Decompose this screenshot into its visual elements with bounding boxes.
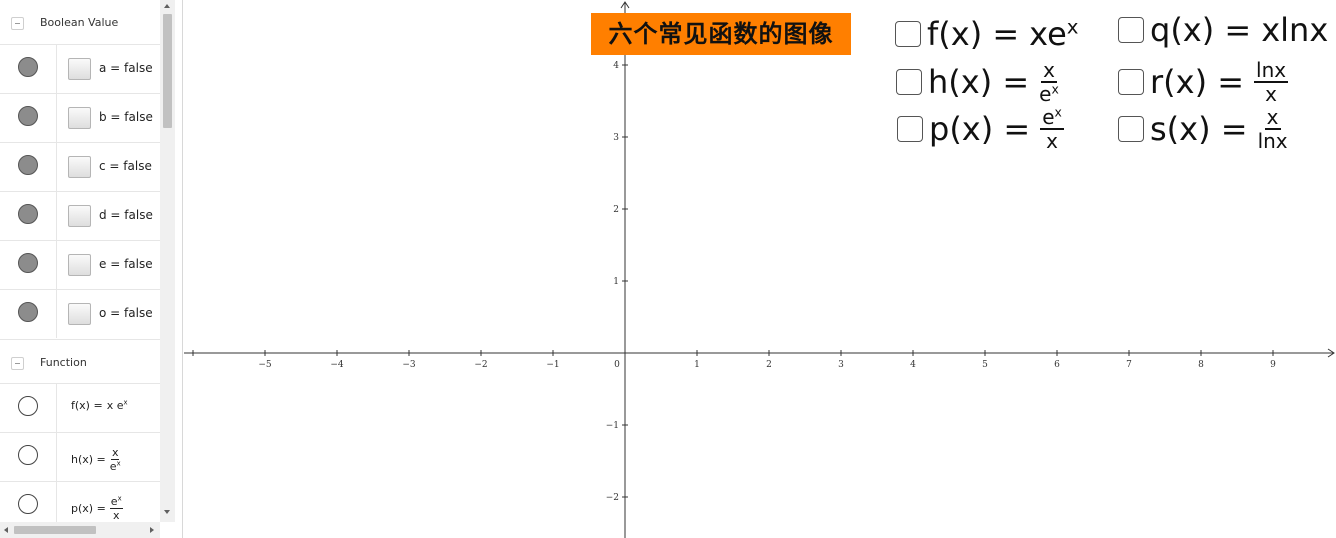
boolean-value: e = false [99, 257, 153, 271]
visibility-toggle[interactable] [18, 57, 38, 77]
function-checkbox[interactable] [1118, 17, 1144, 43]
fraction: ex x [1040, 104, 1064, 153]
algebra-vertical-scrollbar[interactable] [160, 0, 175, 522]
toggle-h[interactable]: h(x) = x ex [896, 60, 1059, 104]
function-definition: p(x) = ex x [71, 494, 123, 522]
boolean-value: d = false [99, 208, 153, 222]
boolean-row-b[interactable]: b = false [0, 93, 160, 142]
boolean-checkbox[interactable] [68, 156, 91, 178]
y-tick-label: 4 [613, 61, 619, 71]
boolean-checkbox[interactable] [68, 254, 91, 276]
y-tick-label: 3 [613, 133, 619, 143]
boolean-row-e[interactable]: e = false [0, 240, 160, 289]
x-tick-label: 2 [766, 360, 772, 370]
boolean-row-a[interactable]: a = false [0, 44, 160, 93]
visibility-toggle[interactable] [18, 494, 38, 514]
x-tick-label: 5 [982, 360, 988, 370]
boolean-checkbox[interactable] [68, 205, 91, 227]
toggle-f[interactable]: f(x) = xex [895, 12, 1079, 56]
algebra-horizontal-scrollbar[interactable] [0, 522, 160, 538]
function-definition: h(x) = x ex [71, 446, 121, 473]
scroll-thumb[interactable] [14, 526, 96, 534]
function-row-h[interactable]: h(x) = x ex [0, 432, 160, 481]
visibility-toggle[interactable] [18, 106, 38, 126]
scroll-up-icon[interactable] [164, 4, 170, 8]
toggle-q[interactable]: q(x) = xlnx [1118, 8, 1328, 52]
boolean-checkbox[interactable] [68, 58, 91, 80]
function-checkbox[interactable] [1118, 116, 1144, 142]
x-tick-label: 3 [838, 360, 844, 370]
fraction: x lnx [1257, 105, 1288, 153]
x-tick-label: −5 [258, 360, 272, 370]
fraction: x ex [1039, 58, 1059, 106]
x-tick-label: 9 [1270, 360, 1276, 370]
function-checkbox[interactable] [1118, 69, 1144, 95]
x-tick-label: 7 [1126, 360, 1132, 370]
boolean-value: a = false [99, 61, 153, 75]
y-tick-label: 2 [613, 205, 619, 215]
visibility-toggle[interactable] [18, 204, 38, 224]
group-title: Boolean Value [40, 16, 119, 29]
group-header-boolean[interactable]: Boolean Value [0, 0, 160, 44]
group-header-function[interactable]: Function [0, 339, 160, 383]
x-tick-label: 1 [694, 360, 700, 370]
boolean-value: c = false [99, 159, 152, 173]
collapse-icon[interactable] [11, 357, 24, 370]
collapse-icon[interactable] [11, 17, 24, 30]
visibility-toggle[interactable] [18, 155, 38, 175]
algebra-view: Boolean Value a = false b = false c = fa… [0, 0, 175, 538]
algebra-list: Boolean Value a = false b = false c = fa… [0, 0, 160, 522]
boolean-row-d[interactable]: d = false [0, 191, 160, 240]
function-checkbox[interactable] [895, 21, 921, 47]
boolean-value: b = false [99, 110, 153, 124]
function-checkbox[interactable] [897, 116, 923, 142]
toggle-s[interactable]: s(x) = x lnx [1118, 107, 1288, 151]
y-tick-label: −1 [606, 421, 619, 431]
toggle-r[interactable]: r(x) = lnx x [1118, 58, 1289, 106]
toggle-p[interactable]: p(x) = ex x [897, 104, 1064, 153]
fraction: x ex [109, 446, 121, 473]
visibility-toggle[interactable] [18, 253, 38, 273]
fraction: lnx x [1254, 58, 1289, 106]
function-row-p[interactable]: p(x) = ex x [0, 481, 160, 522]
boolean-row-o[interactable]: o = false [0, 289, 160, 338]
visibility-toggle[interactable] [18, 302, 38, 322]
graphics-view[interactable]: −5 −4 −3 −2 −1 0 1 2 3 4 5 6 7 8 9 4 3 2 1 −1 −2 六个常见函数的图像 f… [184, 0, 1336, 538]
x-tick-label: 8 [1198, 360, 1204, 370]
scroll-thumb[interactable] [163, 14, 172, 128]
scroll-left-icon[interactable] [4, 527, 8, 533]
y-tick-label: 1 [613, 277, 619, 287]
x-tick-label: 6 [1054, 360, 1060, 370]
scroll-down-icon[interactable] [164, 510, 170, 514]
visibility-toggle[interactable] [18, 396, 38, 416]
boolean-checkbox[interactable] [68, 303, 91, 325]
x-tick-label: 4 [910, 360, 916, 370]
view-divider[interactable] [175, 0, 183, 538]
graph-title: 六个常见函数的图像 [591, 13, 851, 55]
scroll-right-icon[interactable] [150, 527, 154, 533]
boolean-checkbox[interactable] [68, 107, 91, 129]
x-tick-label: 0 [614, 360, 620, 370]
x-tick-label: −4 [330, 360, 344, 370]
function-checkbox[interactable] [896, 69, 922, 95]
x-tick-label: −2 [474, 360, 487, 370]
boolean-row-c[interactable]: c = false [0, 142, 160, 191]
x-tick-label: −3 [402, 360, 416, 370]
function-row-f[interactable]: f(x) = x ex [0, 383, 160, 432]
group-title: Function [40, 356, 87, 369]
x-tick-label: −1 [546, 360, 559, 370]
y-tick-label: −2 [606, 493, 619, 503]
function-definition: f(x) = x ex [71, 398, 128, 412]
fraction: ex x [109, 494, 123, 522]
visibility-toggle[interactable] [18, 445, 38, 465]
boolean-value: o = false [99, 306, 153, 320]
